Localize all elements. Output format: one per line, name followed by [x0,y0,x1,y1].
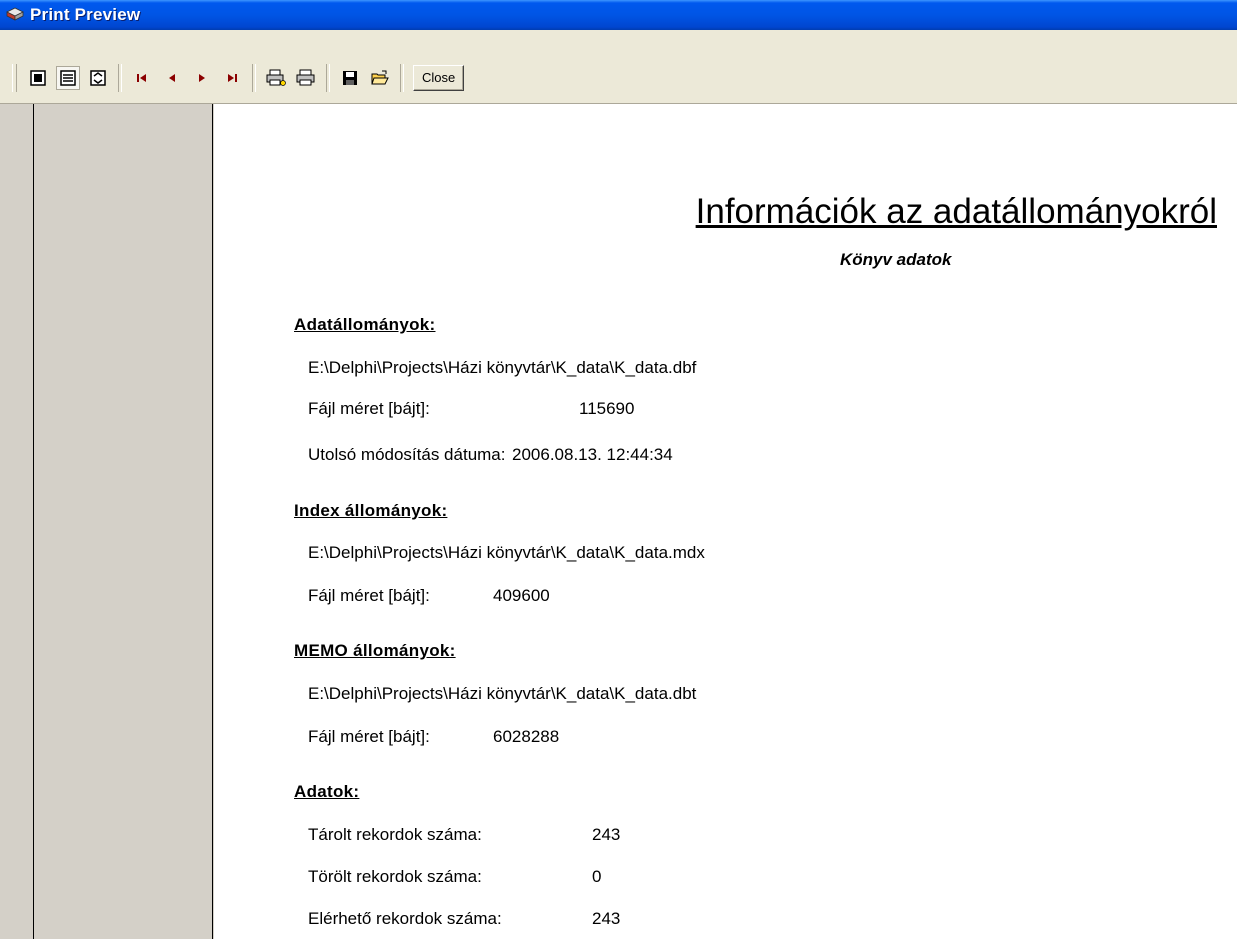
page-width-icon [60,70,76,86]
deleted-records-label: Törölt rekordok száma: [308,867,482,886]
first-page-button[interactable] [130,66,154,90]
report-subtitle: Könyv adatok [840,250,952,269]
deleted-records-value: 0 [592,867,602,886]
print-button[interactable] [294,66,318,90]
open-button[interactable] [368,66,392,90]
page-width-button[interactable] [56,66,80,90]
memo-file-path: E:\Delphi\Projects\Házi könyvtár\K_data\… [308,684,697,703]
toolbar-grip[interactable] [12,64,17,92]
whole-page-icon [30,70,46,86]
preview-page[interactable]: Információk az adatállományokról Könyv a… [214,104,1237,939]
whole-page-button[interactable] [26,66,50,90]
open-folder-icon [371,70,389,85]
save-button[interactable] [338,66,362,90]
print-setup-icon [266,69,286,86]
window-title: Print Preview [30,5,141,24]
close-button[interactable]: Close [413,65,465,91]
section-heading-data-files: Adatállományok: [294,315,436,334]
toolbar-separator [400,64,404,92]
next-page-button[interactable] [190,66,214,90]
memo-file-size-label: Fájl méret [bájt]: [308,727,430,746]
prev-page-icon [169,74,175,82]
stored-records-label: Tárolt rekordok száma: [308,825,482,844]
memo-file-size-value: 6028288 [493,727,560,746]
data-file-path: E:\Delphi\Projects\Házi könyvtár\K_data\… [308,358,697,377]
last-page-icon [228,74,237,82]
toolbar: Close [0,30,1237,104]
last-page-button[interactable] [220,66,244,90]
title-bar[interactable]: Print Preview [0,0,1237,30]
print-preview-icon [6,7,24,21]
data-file-modified-value: 2006.08.13. 12:44:34 [512,445,673,464]
index-file-path: E:\Delphi\Projects\Házi könyvtár\K_data\… [308,543,705,562]
first-page-icon [137,74,146,82]
next-page-icon [199,74,205,82]
left-margin-pane [0,104,213,939]
data-file-size-label: Fájl méret [bájt]: [308,399,430,418]
zoom-100-icon [90,70,106,86]
available-records-label: Elérhető rekordok száma: [308,909,502,928]
stored-records-value: 243 [592,825,621,844]
section-heading-index-files: Index állományok: [294,501,448,520]
prev-page-button[interactable] [160,66,184,90]
printer-icon [296,69,315,86]
toolbar-separator [118,64,122,92]
toolbar-separator [326,64,330,92]
print-setup-button[interactable] [264,66,288,90]
toolbar-separator [252,64,256,92]
section-heading-records: Adatok: [294,782,360,801]
available-records-value: 243 [592,909,621,928]
floppy-disk-icon [343,71,357,85]
section-heading-memo-files: MEMO állományok: [294,641,456,660]
data-file-modified-label: Utolsó módosítás dátuma: [308,445,506,464]
index-file-size-label: Fájl méret [bájt]: [308,586,430,605]
index-file-size-value: 409600 [493,586,550,605]
zoom-100-button[interactable] [86,66,110,90]
data-file-size-value: 115690 [579,399,635,418]
report-title: Információk az adatállományokról [695,192,1217,231]
